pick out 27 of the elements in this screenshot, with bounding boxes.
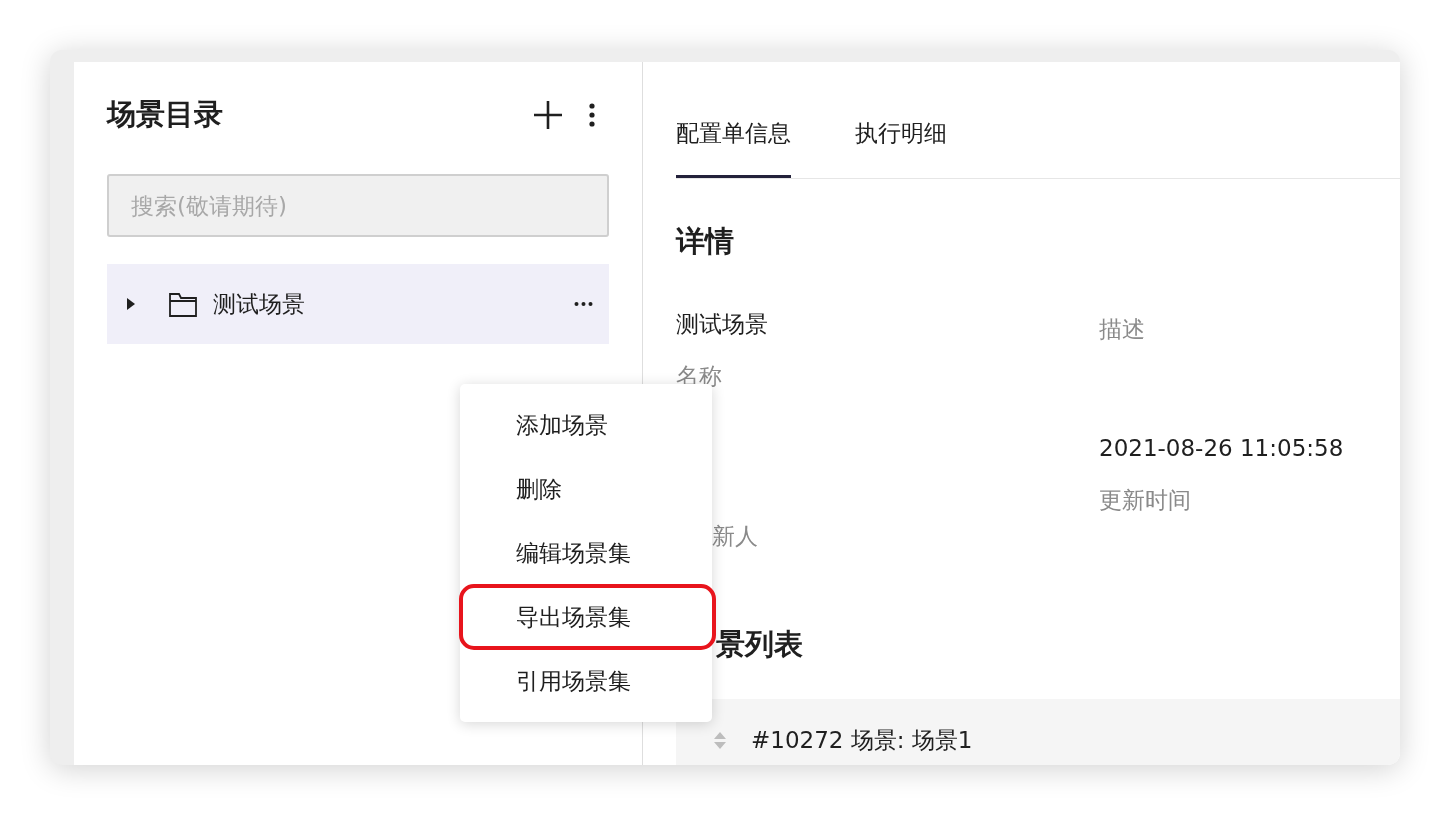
add-button[interactable] xyxy=(533,100,563,130)
plus-icon xyxy=(533,100,563,130)
tree-item[interactable]: 测试场景 xyxy=(107,264,609,344)
field-label: 新人 xyxy=(711,522,759,551)
field-label: 更新时间 xyxy=(1099,486,1192,515)
ellipsis-icon xyxy=(574,301,593,307)
kebab-icon xyxy=(589,103,595,127)
field-value: 2021-08-26 11:05:58 xyxy=(1099,434,1345,463)
list-row[interactable]: #10272 场景: 场景1 xyxy=(676,699,1400,765)
search-field[interactable]: 搜索(敬请期待) xyxy=(107,174,609,237)
field-value: 测试场景 xyxy=(676,310,769,339)
menu-item[interactable]: 导出场景集 xyxy=(460,585,715,649)
section-title: 详情 xyxy=(676,223,735,260)
sidebar-title: 场景目录 xyxy=(107,96,224,133)
folder-icon xyxy=(169,290,197,318)
menu-item[interactable]: 删除 xyxy=(460,457,712,521)
tree-item-label: 测试场景 xyxy=(213,289,306,319)
menu-item[interactable]: 添加场景 xyxy=(460,393,712,457)
sort-icon xyxy=(714,731,726,749)
caret-right-icon xyxy=(125,298,137,310)
row-text: #10272 场景: 场景1 xyxy=(751,725,973,755)
tab[interactable]: 执行明细 xyxy=(855,118,947,178)
field-label: 描述 xyxy=(1099,315,1146,344)
section-title: 景列表 xyxy=(715,626,804,663)
tab[interactable]: 配置单信息 xyxy=(676,118,791,178)
more-button[interactable] xyxy=(589,103,595,127)
menu-item[interactable]: 编辑场景集 xyxy=(460,521,712,585)
